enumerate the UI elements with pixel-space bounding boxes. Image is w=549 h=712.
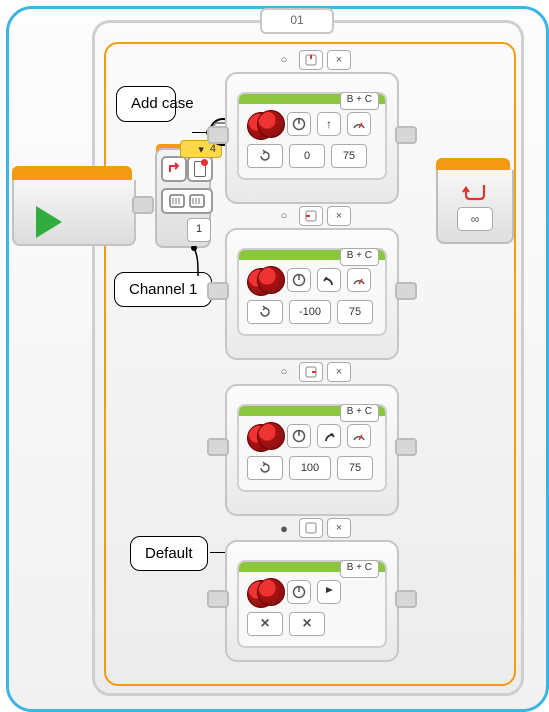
motor-icon [247, 422, 281, 450]
move-steering-block[interactable]: B + C -100 75 [237, 248, 387, 336]
steer-icon [287, 268, 311, 292]
default-radio[interactable]: ● [273, 519, 295, 537]
case-in [207, 590, 229, 608]
case-out [395, 438, 417, 456]
speed-gauge-icon [347, 112, 371, 136]
port-selector[interactable]: B + C [340, 92, 379, 110]
case-tab[interactable]: ○ × [273, 206, 351, 226]
steer-value[interactable]: 0 [289, 144, 325, 168]
start-block[interactable] [12, 166, 132, 244]
steer-icon [287, 580, 311, 604]
mode-selector[interactable] [247, 456, 283, 480]
delete-case-button[interactable]: × [327, 518, 351, 538]
loop-mode[interactable]: ∞ [457, 207, 493, 231]
steer-value[interactable]: 100 [289, 456, 331, 480]
move-steering-block[interactable]: B + C ↑ 0 75 [237, 92, 387, 180]
curve-left-icon [317, 268, 341, 292]
annotation-channel: Channel 1 [114, 272, 212, 307]
case-out [395, 590, 417, 608]
switch-block[interactable]: 1 [155, 148, 211, 248]
move-steering-block[interactable]: B + C 100 75 [237, 404, 387, 492]
case-value-icon[interactable] [299, 518, 323, 538]
switch-type-icon[interactable] [161, 156, 187, 182]
case-container: B + C 100 75 [225, 384, 399, 516]
port-selector[interactable]: B + C [340, 248, 379, 266]
arrow-up-icon: ↑ [317, 112, 341, 136]
loop-label[interactable]: 01 [260, 8, 334, 34]
stop-flag-icon [317, 580, 341, 604]
annotation-default: Default [130, 536, 208, 571]
case-container: B + C ↑ 0 75 [225, 72, 399, 204]
speed-gauge-icon [347, 424, 371, 448]
play-icon [36, 206, 62, 238]
speed-gauge-icon [347, 268, 371, 292]
curve-right-icon [317, 424, 341, 448]
steer-value[interactable]: -100 [289, 300, 331, 324]
case-container: B + C -100 75 [225, 228, 399, 360]
delete-case-button[interactable]: × [327, 206, 351, 226]
case-value-icon[interactable] [299, 50, 323, 70]
motor-icon [247, 578, 281, 606]
loop-end-block[interactable]: ∞ [436, 158, 510, 242]
ir-beacon-icon[interactable] [187, 156, 213, 182]
annotation-add-case: Add case [116, 86, 176, 122]
switch-port-icon[interactable] [161, 188, 213, 214]
delete-case-button[interactable]: × [327, 362, 351, 382]
default-radio[interactable]: ○ [273, 363, 295, 381]
case-container: B + C × × [225, 540, 399, 662]
case-tab[interactable]: ○ × [273, 362, 351, 382]
connector [132, 196, 154, 214]
loop-back-icon [462, 181, 488, 201]
default-radio[interactable]: ○ [273, 207, 295, 225]
steer-icon [287, 424, 311, 448]
mode-selector[interactable] [247, 300, 283, 324]
port-selector[interactable]: B + C [340, 560, 379, 578]
delete-case-button[interactable]: × [327, 50, 351, 70]
case-tab[interactable]: ● × [273, 518, 351, 538]
motor-icon [247, 266, 281, 294]
brake-selector[interactable]: × [289, 612, 325, 636]
steer-icon [287, 112, 311, 136]
port-selector[interactable]: B + C [340, 404, 379, 422]
move-steering-block[interactable]: B + C × × [237, 560, 387, 648]
case-out [395, 282, 417, 300]
case-value-icon[interactable] [299, 206, 323, 226]
case-in [207, 126, 229, 144]
case-out [395, 126, 417, 144]
channel-value[interactable]: 1 [187, 218, 211, 242]
case-in [207, 438, 229, 456]
mode-selector[interactable]: × [247, 612, 283, 636]
case-tab[interactable]: ○ × [273, 50, 351, 70]
power-value[interactable]: 75 [337, 300, 373, 324]
motor-icon [247, 110, 281, 138]
case-in [207, 282, 229, 300]
default-radio[interactable]: ○ [273, 51, 295, 69]
mode-selector[interactable] [247, 144, 283, 168]
power-value[interactable]: 75 [331, 144, 367, 168]
power-value[interactable]: 75 [337, 456, 373, 480]
case-value-icon[interactable] [299, 362, 323, 382]
